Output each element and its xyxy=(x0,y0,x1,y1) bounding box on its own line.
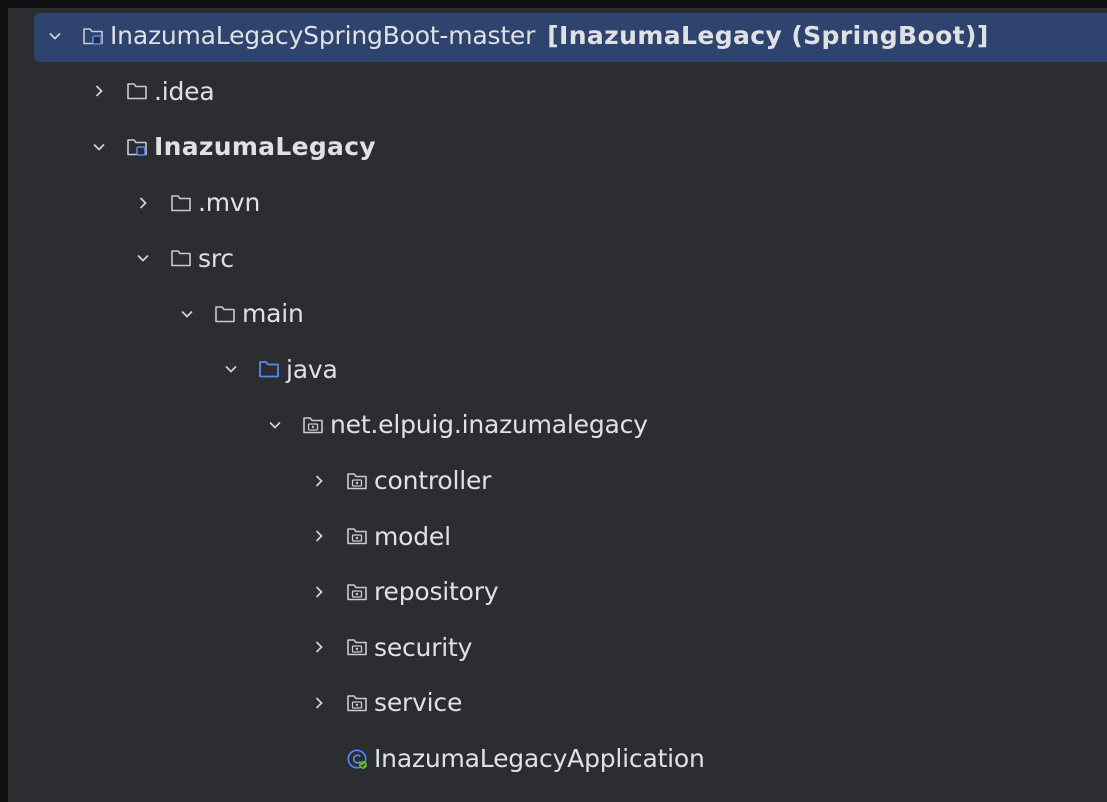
chevron-right-icon[interactable] xyxy=(310,583,328,601)
chevron-down-icon[interactable] xyxy=(46,27,64,45)
chevron-right-icon[interactable] xyxy=(134,194,152,212)
project-tree: InazumaLegacySpringBoot-master [InazumaL… xyxy=(8,8,1107,786)
module-folder-icon xyxy=(82,25,104,47)
project-tool-window: InazumaLegacySpringBoot-master [InazumaL… xyxy=(8,8,1107,802)
tree-node-package-root[interactable]: net.elpuig.inazumalegacy xyxy=(8,397,1107,453)
package-icon xyxy=(346,692,368,714)
chevron-down-icon[interactable] xyxy=(266,416,284,434)
tree-node-model[interactable]: model xyxy=(8,508,1107,564)
chevron-down-icon[interactable] xyxy=(90,138,108,156)
folder-icon xyxy=(170,247,192,269)
tree-node-inazumalegacy-module[interactable]: InazumaLegacy xyxy=(8,119,1107,175)
chevron-right-icon[interactable] xyxy=(310,694,328,712)
tree-node-main[interactable]: main xyxy=(8,286,1107,342)
tree-node-src[interactable]: src xyxy=(8,230,1107,286)
tree-node-label: InazumaLegacy xyxy=(154,132,376,162)
folder-icon xyxy=(126,80,148,102)
tree-node-java[interactable]: java xyxy=(8,342,1107,398)
package-icon xyxy=(346,525,368,547)
tree-node-label: main xyxy=(242,299,304,329)
chevron-right-icon[interactable] xyxy=(310,527,328,545)
tree-node-label: net.elpuig.inazumalegacy xyxy=(330,410,648,440)
tree-node-label: InazumaLegacySpringBoot-master xyxy=(110,21,536,51)
tree-node-idea[interactable]: .idea xyxy=(8,64,1107,120)
tree-node-label: .mvn xyxy=(198,188,261,218)
module-folder-icon xyxy=(126,136,148,158)
package-icon xyxy=(346,636,368,658)
spring-boot-class-icon xyxy=(346,748,368,770)
chevron-down-icon[interactable] xyxy=(222,360,240,378)
source-root-folder-icon xyxy=(258,358,280,380)
tree-node-mvn[interactable]: .mvn xyxy=(8,175,1107,231)
chevron-right-icon[interactable] xyxy=(310,472,328,490)
package-icon xyxy=(302,414,324,436)
chevron-down-icon[interactable] xyxy=(134,249,152,267)
tree-node-label: .idea xyxy=(154,76,215,106)
tree-node-label: InazumaLegacyApplication xyxy=(374,744,705,774)
tree-node-label: java xyxy=(286,354,338,384)
tree-node-application-class[interactable]: InazumaLegacyApplication xyxy=(8,731,1107,787)
tree-node-security[interactable]: security xyxy=(8,620,1107,676)
chevron-down-icon[interactable] xyxy=(178,305,196,323)
tree-node-project-root[interactable]: InazumaLegacySpringBoot-master [InazumaL… xyxy=(8,8,1107,64)
tree-node-service[interactable]: service xyxy=(8,675,1107,731)
tree-node-label: model xyxy=(374,521,451,551)
tree-node-label: service xyxy=(374,688,463,718)
tree-node-label: controller xyxy=(374,466,492,496)
package-icon xyxy=(346,470,368,492)
tree-node-label: security xyxy=(374,632,473,662)
tree-node-controller[interactable]: controller xyxy=(8,453,1107,509)
tree-node-label: repository xyxy=(374,577,499,607)
chevron-right-icon[interactable] xyxy=(310,638,328,656)
folder-icon xyxy=(170,192,192,214)
package-icon xyxy=(346,581,368,603)
tree-node-label: src xyxy=(198,243,234,273)
project-module-suffix: [InazumaLegacy (SpringBoot)] xyxy=(547,21,989,51)
chevron-right-icon[interactable] xyxy=(90,82,108,100)
tree-node-repository[interactable]: repository xyxy=(8,564,1107,620)
folder-icon xyxy=(214,303,236,325)
